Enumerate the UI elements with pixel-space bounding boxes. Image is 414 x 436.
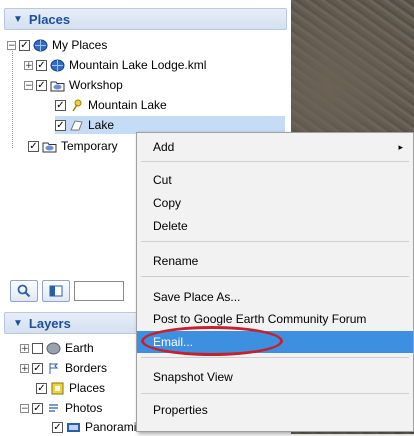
- places-header[interactable]: ▼ Places: [4, 8, 287, 30]
- expand-toggle-icon[interactable]: +: [24, 60, 33, 70]
- checkbox[interactable]: ✓: [52, 421, 63, 433]
- photo-icon: [67, 422, 80, 432]
- globe-icon: [50, 59, 65, 71]
- submenu-arrow-icon: ▸: [398, 141, 403, 152]
- layer-item-panoramio[interactable]: ✓ Panoramio: [52, 418, 143, 436]
- menu-item-label: Rename: [153, 254, 199, 268]
- menu-item-delete[interactable]: Delete: [137, 215, 413, 237]
- borders-icon: [49, 362, 59, 374]
- tree-item-temporary[interactable]: ✓ Temporary: [28, 137, 118, 155]
- menu-item-cut[interactable]: Cut: [137, 169, 413, 191]
- menu-item-label: Cut: [153, 173, 172, 187]
- places-layer-icon: [51, 382, 64, 394]
- collapse-toggle-icon[interactable]: −: [20, 403, 29, 413]
- menu-separator: [141, 161, 409, 162]
- menu-item-save-place-as[interactable]: Save Place As...: [137, 286, 413, 308]
- panel-toggle-icon: [49, 285, 63, 297]
- collapse-triangle-icon[interactable]: ▼: [13, 14, 23, 25]
- menu-item-label: Post to Google Earth Community Forum: [153, 312, 367, 326]
- folder-icon: [50, 81, 65, 91]
- expand-toggle-icon[interactable]: +: [20, 343, 29, 353]
- menu-item-label: Properties: [153, 403, 208, 417]
- collapse-triangle-icon[interactable]: ▼: [13, 318, 23, 329]
- tree-item-label: Panoramio: [85, 420, 144, 434]
- menu-item-label: Copy: [153, 196, 182, 210]
- layer-item-photos[interactable]: − ✓ Photos: [20, 399, 102, 417]
- tree-line: [12, 48, 13, 148]
- checkbox[interactable]: [32, 342, 43, 354]
- menu-separator: [141, 393, 409, 394]
- layer-item-places[interactable]: ✓ Places: [36, 379, 105, 397]
- menu-separator: [141, 276, 409, 277]
- tree-item-label: Workshop: [69, 78, 123, 92]
- menu-item-label: Add: [153, 140, 175, 154]
- context-menu: Add ▸ Cut Copy Delete Rename Save Place …: [136, 132, 414, 432]
- places-header-label: Places: [28, 11, 71, 27]
- layers-header-label: Layers: [28, 315, 71, 331]
- layer-item-borders[interactable]: + ✓ Borders: [20, 359, 107, 377]
- checkbox[interactable]: ✓: [36, 382, 47, 394]
- tree-item-label: My Places: [52, 38, 108, 52]
- tree-item-my-places[interactable]: − ✓ My Places: [7, 36, 107, 54]
- menu-item-snapshot-view[interactable]: Snapshot View: [137, 366, 413, 388]
- menu-item-properties[interactable]: Properties: [137, 399, 413, 421]
- collapse-toggle-icon[interactable]: −: [7, 40, 16, 50]
- folder-icon: [42, 142, 57, 152]
- tree-item-label: Temporary: [61, 139, 118, 153]
- menu-item-add[interactable]: Add ▸: [137, 136, 413, 158]
- filter-input[interactable]: [74, 281, 124, 301]
- annotation-circle: [141, 326, 283, 356]
- checkbox[interactable]: ✓: [36, 59, 47, 71]
- checkbox[interactable]: ✓: [32, 402, 43, 414]
- checkbox[interactable]: ✓: [28, 140, 39, 152]
- checkbox[interactable]: ✓: [55, 119, 66, 131]
- tree-item-label: Mountain Lake Lodge.kml: [69, 58, 207, 72]
- globe-icon: [46, 342, 61, 354]
- tree-item-label: Photos: [65, 401, 103, 415]
- menu-separator: [141, 241, 409, 242]
- menu-item-label: Delete: [153, 219, 188, 233]
- menu-separator: [141, 357, 409, 358]
- layer-item-earth[interactable]: + Earth: [20, 339, 94, 357]
- tree-item-mountain-lake-lodge[interactable]: + ✓ Mountain Lake Lodge.kml: [24, 56, 206, 74]
- menu-item-rename[interactable]: Rename: [137, 250, 413, 272]
- checkbox[interactable]: ✓: [19, 39, 30, 51]
- menu-item-label: Save Place As...: [153, 290, 241, 304]
- polygon-icon: [70, 119, 83, 130]
- menu-item-label: Snapshot View: [153, 370, 233, 384]
- search-button[interactable]: [10, 280, 38, 302]
- search-icon: [17, 284, 31, 298]
- checkbox[interactable]: ✓: [32, 362, 43, 374]
- checkbox[interactable]: ✓: [36, 79, 47, 91]
- tree-item-workshop[interactable]: − ✓ Workshop: [24, 76, 123, 94]
- globe-icon: [33, 39, 48, 51]
- panel-toggle-button[interactable]: [42, 280, 70, 302]
- tree-item-label: Mountain Lake: [88, 98, 167, 112]
- pushpin-icon: [72, 99, 82, 111]
- tree-item-label: Lake: [88, 118, 115, 132]
- places-toolbar: [10, 280, 124, 302]
- menu-item-copy[interactable]: Copy: [137, 192, 413, 214]
- collapse-toggle-icon[interactable]: −: [24, 80, 33, 90]
- tree-item-label: Earth: [65, 341, 94, 355]
- tree-item-label: Places: [69, 381, 106, 395]
- photos-icon: [49, 403, 58, 412]
- tree-item-label: Borders: [65, 361, 108, 375]
- expand-toggle-icon[interactable]: +: [20, 363, 29, 373]
- checkbox[interactable]: ✓: [55, 99, 66, 111]
- tree-item-mountain-lake[interactable]: ✓ Mountain Lake: [55, 96, 167, 114]
